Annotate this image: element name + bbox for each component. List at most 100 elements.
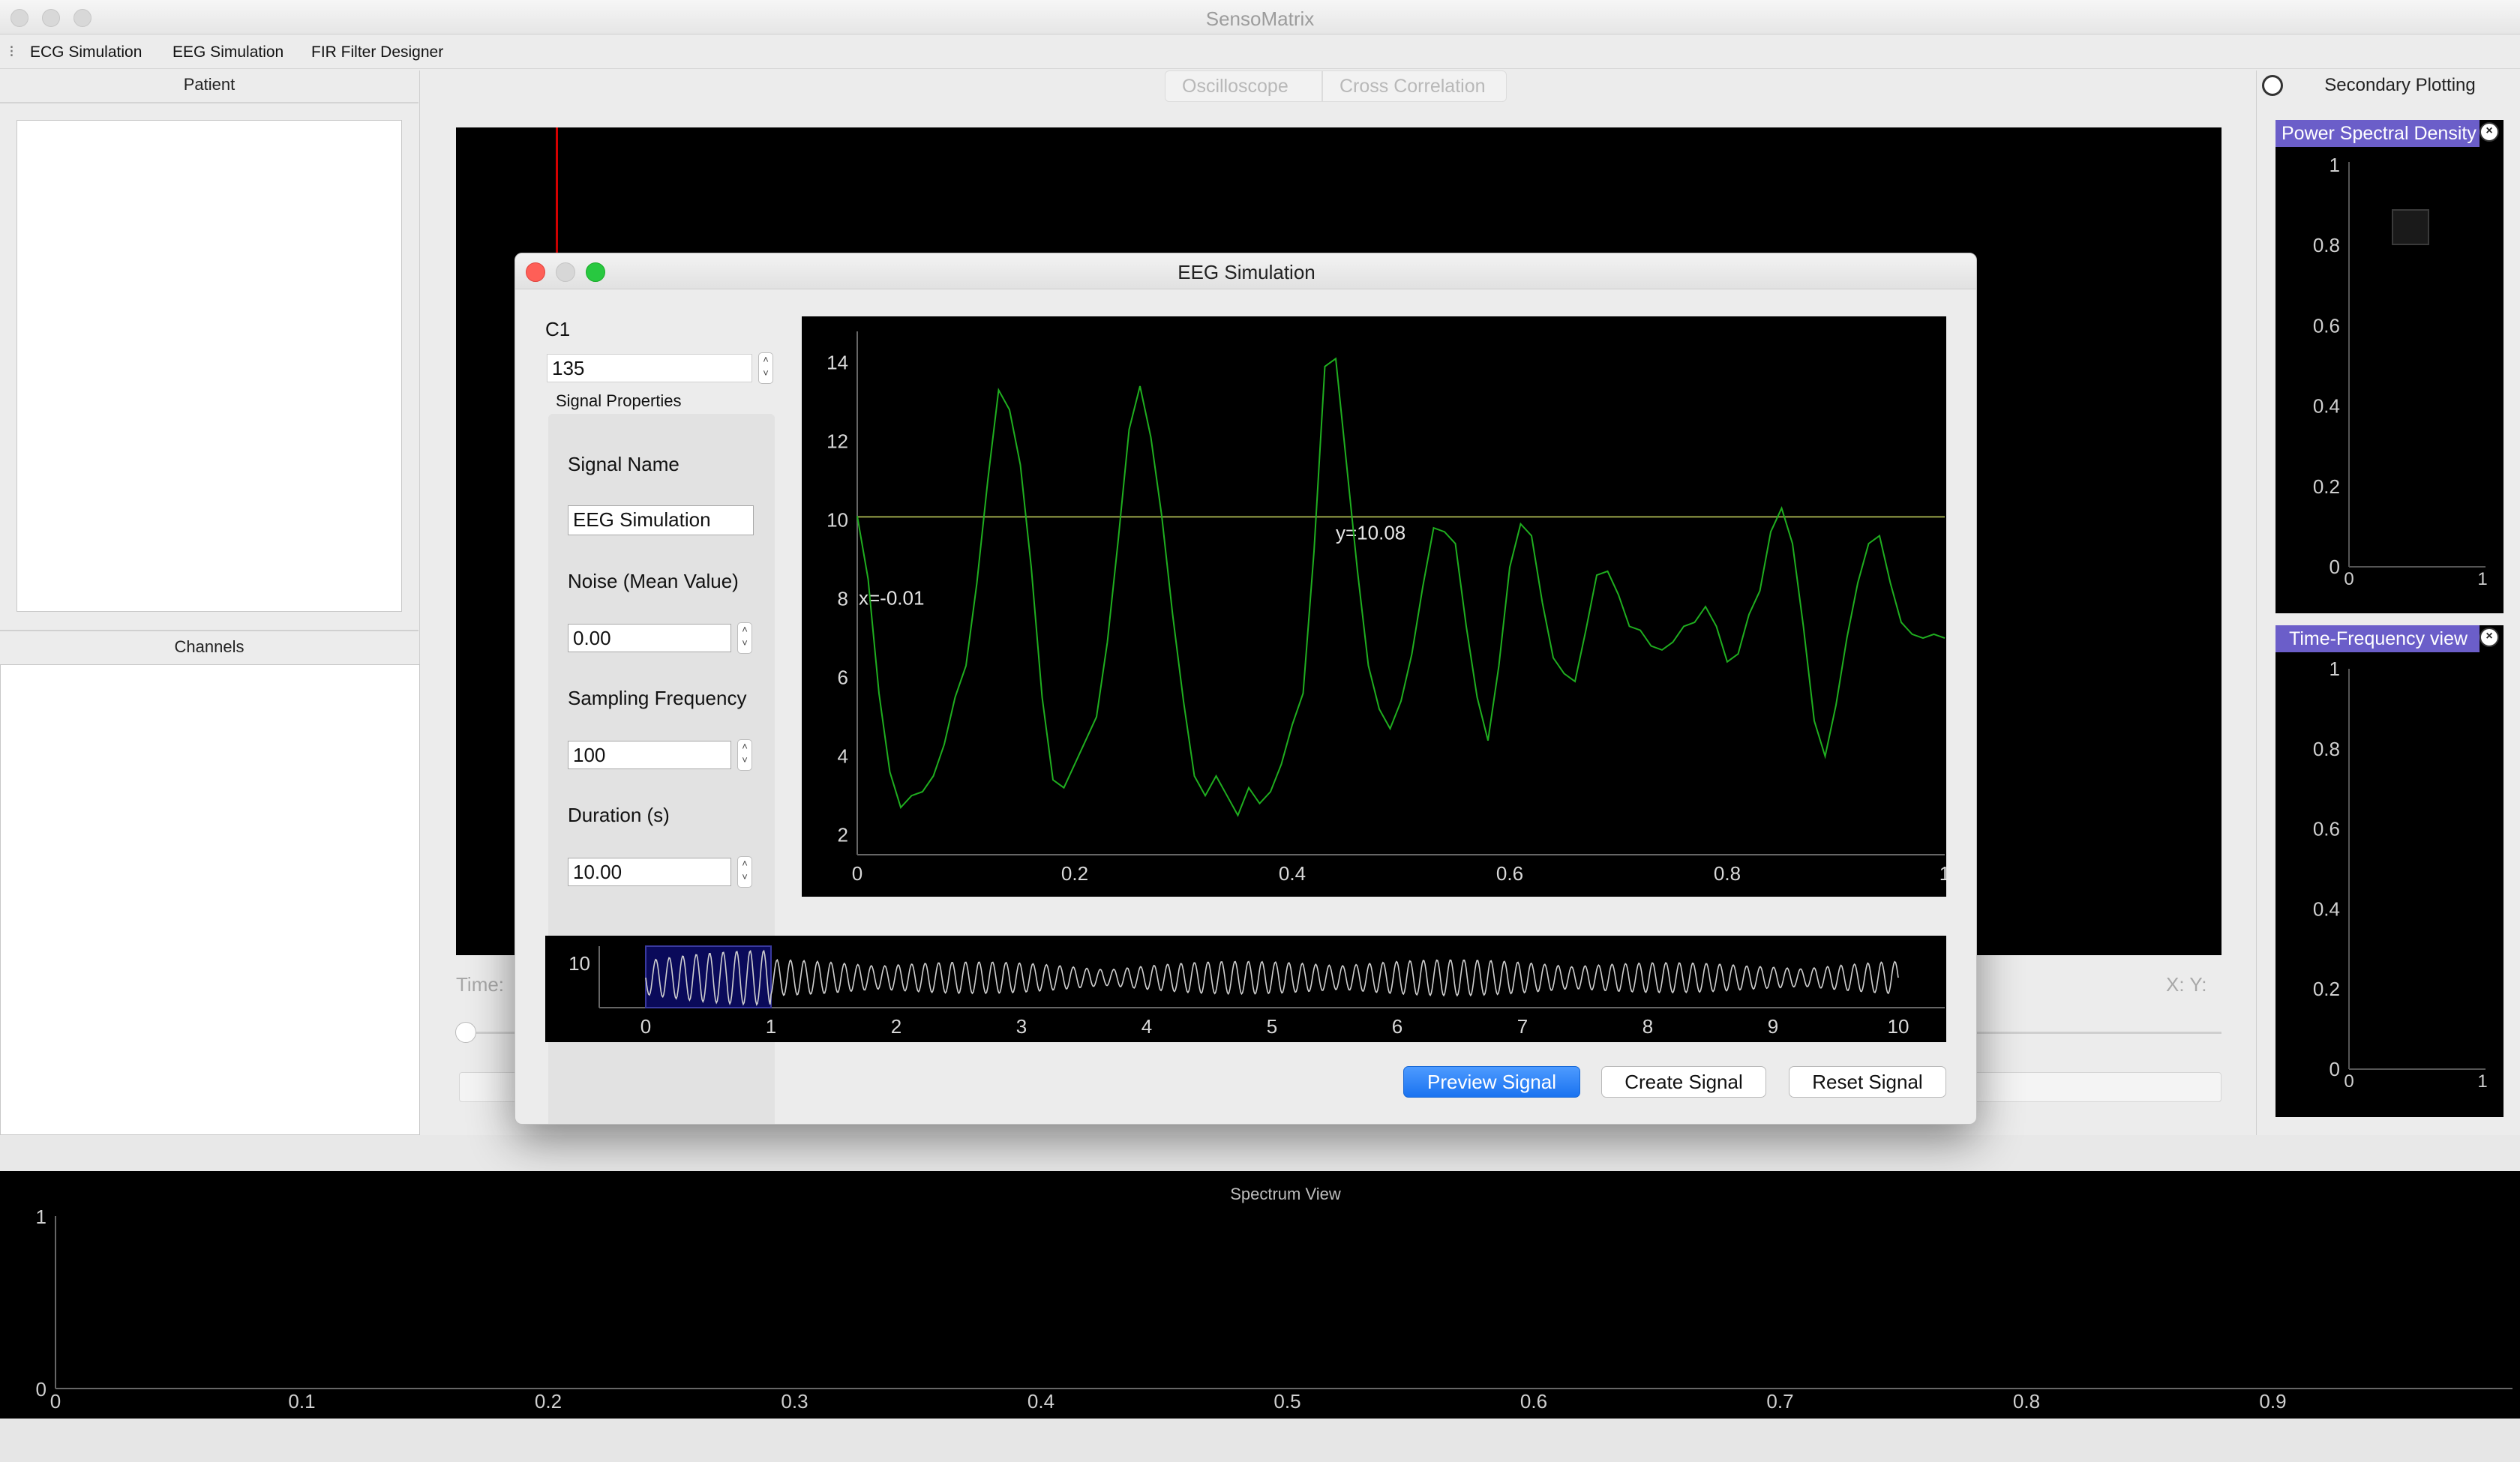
- y-tick-label: 0: [36, 1378, 46, 1401]
- x-tick-label: 3: [1016, 1015, 1027, 1038]
- psd-plot[interactable]: 1 0.8 0.6 0.4 0.2 0 0 1: [2276, 147, 2504, 613]
- noise-stepper[interactable]: ˄ ˅: [737, 622, 752, 654]
- window-title: SensoMatrix: [1205, 7, 1315, 30]
- undock-icon[interactable]: [2262, 75, 2283, 96]
- x-tick-label: 9: [1768, 1015, 1778, 1038]
- x-tick-label: 4: [1142, 1015, 1152, 1038]
- tf-plot[interactable]: 1 0.8 0.6 0.4 0.2 0 0 1: [2276, 652, 2504, 1117]
- preview-signal-button[interactable]: Preview Signal: [1403, 1066, 1580, 1098]
- channel-label: C1: [545, 318, 571, 340]
- y-tick-label: 10: [568, 952, 590, 975]
- y-tick-label: 10: [826, 509, 848, 532]
- x-tick-label: 1: [1940, 862, 1946, 885]
- x-tick-label: 0.4: [1279, 862, 1306, 885]
- menu-item-ecg-simulation[interactable]: ECG Simulation: [30, 43, 142, 61]
- dialog-titlebar: EEG Simulation: [515, 253, 1976, 289]
- channels-list[interactable]: [0, 664, 420, 1135]
- y-tick-label: 12: [826, 430, 848, 453]
- x-tick-label: 0: [2344, 1071, 2354, 1092]
- y-tick-label: 2: [838, 824, 848, 846]
- y-tick-label: 0.6: [2313, 818, 2340, 840]
- signal-name-label: Signal Name: [568, 453, 680, 475]
- x-tick-label: 1: [766, 1015, 776, 1038]
- y-tick-label: 0.2: [2313, 978, 2340, 1000]
- time-cursor[interactable]: [556, 127, 558, 259]
- y-tick-label: 1: [2330, 154, 2340, 176]
- y-tick-label: 0: [2330, 556, 2340, 578]
- x-tick-label: 0: [852, 862, 862, 885]
- channel-number-field[interactable]: 135: [547, 354, 752, 382]
- reset-signal-button[interactable]: Reset Signal: [1789, 1066, 1946, 1098]
- psd-title: Power Spectral Density: [2276, 120, 2480, 147]
- time-label: Time:: [456, 973, 505, 996]
- x-tick-label: 0.8: [1714, 862, 1741, 885]
- spectrum-plot[interactable]: 1 00 0.1 0.2 0.3 0.4 0.5 0.6 0.7 0.8 0.9: [0, 1171, 2520, 1419]
- duration-label: Duration (s): [568, 804, 670, 826]
- duration-input[interactable]: 10.00: [568, 858, 731, 886]
- y-tick-label: 0.4: [2313, 897, 2340, 920]
- menu-bar: ⁝ ECG Simulation EEG Simulation FIR Filt…: [0, 36, 2520, 69]
- duration-stepper[interactable]: ˄ ˅: [737, 856, 752, 888]
- x-tick-label: 0: [640, 1015, 651, 1038]
- x-tick-label: 6: [1392, 1015, 1402, 1038]
- signal-properties-group-title: Signal Properties: [556, 391, 682, 410]
- tab-cross-correlation[interactable]: Cross Correlation: [1322, 70, 1507, 102]
- x-tick-label: 10: [1888, 1015, 1910, 1038]
- patient-list[interactable]: [16, 120, 402, 612]
- window-titlebar: SensoMatrix: [0, 0, 2520, 34]
- channels-header: Channels: [174, 637, 244, 656]
- toolbar-grip-icon[interactable]: ⁝: [9, 42, 14, 61]
- patient-header: Patient: [183, 75, 236, 94]
- y-tick-label: 4: [838, 745, 848, 768]
- sampling-frequency-label: Sampling Frequency: [568, 687, 747, 709]
- y-tick-label: 0.8: [2313, 738, 2340, 760]
- x-tick-label: 2: [891, 1015, 902, 1038]
- x-tick-label: 0: [50, 1390, 61, 1413]
- divider: [0, 630, 418, 631]
- noise-label: Noise (Mean Value): [568, 570, 739, 592]
- y-tick-label: 1: [2330, 658, 2340, 680]
- status-bar: [0, 1419, 2520, 1462]
- channel-stepper[interactable]: ˄ ˅: [758, 352, 773, 384]
- x-tick-label: 5: [1267, 1015, 1277, 1038]
- signal-name-input[interactable]: EEG Simulation: [568, 505, 754, 535]
- x-tick-label: 1: [2477, 1071, 2487, 1092]
- x-tick-label: 0.3: [781, 1390, 808, 1413]
- sampling-frequency-input[interactable]: 100: [568, 741, 731, 769]
- secondary-plotting-header: Secondary Plotting: [2324, 75, 2476, 95]
- x-tick-label: 8: [1642, 1015, 1653, 1038]
- x-tick-label: 0.1: [288, 1390, 315, 1413]
- menu-item-fir-filter-designer[interactable]: FIR Filter Designer: [311, 43, 443, 61]
- x-tick-label: 7: [1517, 1015, 1528, 1038]
- y-tick-label: 0.2: [2313, 475, 2340, 498]
- splitter[interactable]: [0, 1135, 2520, 1171]
- time-slider-handle[interactable]: [455, 1022, 476, 1043]
- close-icon[interactable]: ×: [2480, 628, 2499, 647]
- close-icon[interactable]: ×: [2480, 122, 2499, 142]
- x-tick-label: 1: [2477, 569, 2487, 589]
- x-tick-label: 0.4: [1028, 1390, 1054, 1413]
- x-tick-label: 0.7: [1766, 1390, 1793, 1413]
- y-tick-label: 0: [2330, 1058, 2340, 1080]
- y-tick-label: 8: [838, 588, 848, 610]
- x-tick-label: 0.5: [1274, 1390, 1300, 1413]
- y-tick-label: 6: [838, 667, 848, 689]
- y-tick-label: 1: [36, 1206, 46, 1228]
- sampling-frequency-stepper[interactable]: ˄ ˅: [737, 739, 752, 771]
- eeg-overview-chart[interactable]: 10 0 1 2 3 4 5 6 7 8 9 10: [545, 936, 1946, 1042]
- dialog-title: EEG Simulation: [1178, 261, 1316, 283]
- x-tick-label: 0.2: [535, 1390, 562, 1413]
- create-signal-button[interactable]: Create Signal: [1601, 1066, 1766, 1098]
- x-tick-label: 0.6: [1520, 1390, 1547, 1413]
- eeg-preview-chart[interactable]: 246810121400.20.40.60.81 y=10.08x=-0.01: [802, 316, 1946, 897]
- menu-item-eeg-simulation[interactable]: EEG Simulation: [172, 43, 284, 61]
- y-tick-label: 0.8: [2313, 234, 2340, 256]
- xy-readout: X: Y:: [2166, 973, 2207, 996]
- x-tick-label: 0.2: [1061, 862, 1088, 885]
- y-tick-label: 14: [826, 352, 848, 374]
- x-tick-label: 0: [2344, 569, 2354, 589]
- tab-oscilloscope[interactable]: Oscilloscope: [1165, 70, 1322, 102]
- noise-input[interactable]: 0.00: [568, 624, 731, 652]
- x-tick-label: 0.9: [2259, 1390, 2286, 1413]
- eeg-simulation-dialog: EEG Simulation C1 135 ˄ ˅ Signal Properti…: [514, 253, 1977, 1125]
